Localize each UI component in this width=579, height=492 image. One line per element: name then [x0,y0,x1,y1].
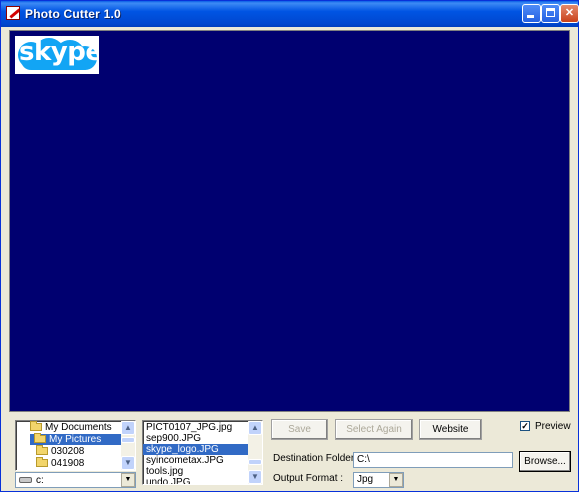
website-button[interactable]: Website [419,419,482,440]
scroll-thumb[interactable] [121,437,135,443]
folder-item[interactable]: My Documents [16,421,135,433]
scroll-thumb[interactable] [248,459,262,465]
drive-select[interactable]: c: ▼ [15,472,136,488]
hard-drive-icon [19,477,32,483]
file-item[interactable]: PICT0107_JPG.jpg [143,422,262,433]
maximize-icon [546,8,555,17]
save-button[interactable]: Save [271,419,328,440]
chevron-down-icon[interactable]: ▼ [389,473,403,487]
folder-icon [36,445,48,456]
file-list-scrollbar[interactable]: ▲ ▼ [248,421,262,484]
file-item[interactable]: undo.JPG [143,477,262,484]
scroll-down-arrow-icon[interactable]: ▼ [121,456,135,470]
image-preview-area[interactable]: skype [9,30,570,412]
folder-icon [30,421,42,432]
preview-image-thumbnail[interactable]: skype [15,36,99,74]
photo-cutter-icon[interactable] [6,6,20,20]
scroll-up-arrow-icon[interactable]: ▲ [121,421,135,435]
drive-value: c: [36,475,44,486]
file-item-selected[interactable]: skype_logo.JPG [143,444,248,455]
close-button[interactable]: ✕ [560,4,579,23]
folder-item-selected[interactable]: My Pictures [30,433,121,445]
maximize-button[interactable] [541,4,560,23]
title-bar[interactable]: Photo Cutter 1.0 ✕ [1,1,579,27]
folder-icon [34,433,46,444]
folder-item[interactable]: 041908 [16,457,135,469]
scroll-down-arrow-icon[interactable]: ▼ [248,470,262,484]
output-format-select[interactable]: Jpg ▼ [353,472,404,488]
file-item[interactable]: syincometax.JPG [143,455,262,466]
close-icon: ✕ [564,7,575,19]
chevron-down-icon[interactable]: ▼ [121,473,135,487]
browse-button[interactable]: Browse... [519,451,571,472]
preview-checkbox-label: Preview [535,421,571,432]
preview-checkbox[interactable]: ✓ [520,421,530,431]
select-again-button[interactable]: Select Again [335,419,413,440]
app-window: Photo Cutter 1.0 ✕ skype My Documents My… [0,0,579,492]
folder-icon [36,457,48,468]
skype-logo-text: skype [19,37,99,67]
scroll-up-arrow-icon[interactable]: ▲ [248,421,262,435]
minimize-icon [527,15,534,18]
file-item[interactable]: tools.jpg [143,466,262,477]
folder-list[interactable]: My Documents My Pictures 030208 041908 ▲… [15,420,136,471]
output-format-value: Jpg [357,474,374,485]
window-title: Photo Cutter 1.0 [25,7,121,21]
destination-folder-label: Destination Folder : [273,453,360,464]
destination-folder-input[interactable]: C:\ [353,452,513,468]
output-format-label: Output Format : [273,473,344,484]
file-item[interactable]: sep900.JPG [143,433,262,444]
file-list[interactable]: PICT0107_JPG.jpg sep900.JPG skype_logo.J… [142,420,263,485]
folder-list-scrollbar[interactable]: ▲ ▼ [121,421,135,470]
minimize-button[interactable] [522,4,541,23]
folder-item[interactable]: 030208 [16,445,135,457]
